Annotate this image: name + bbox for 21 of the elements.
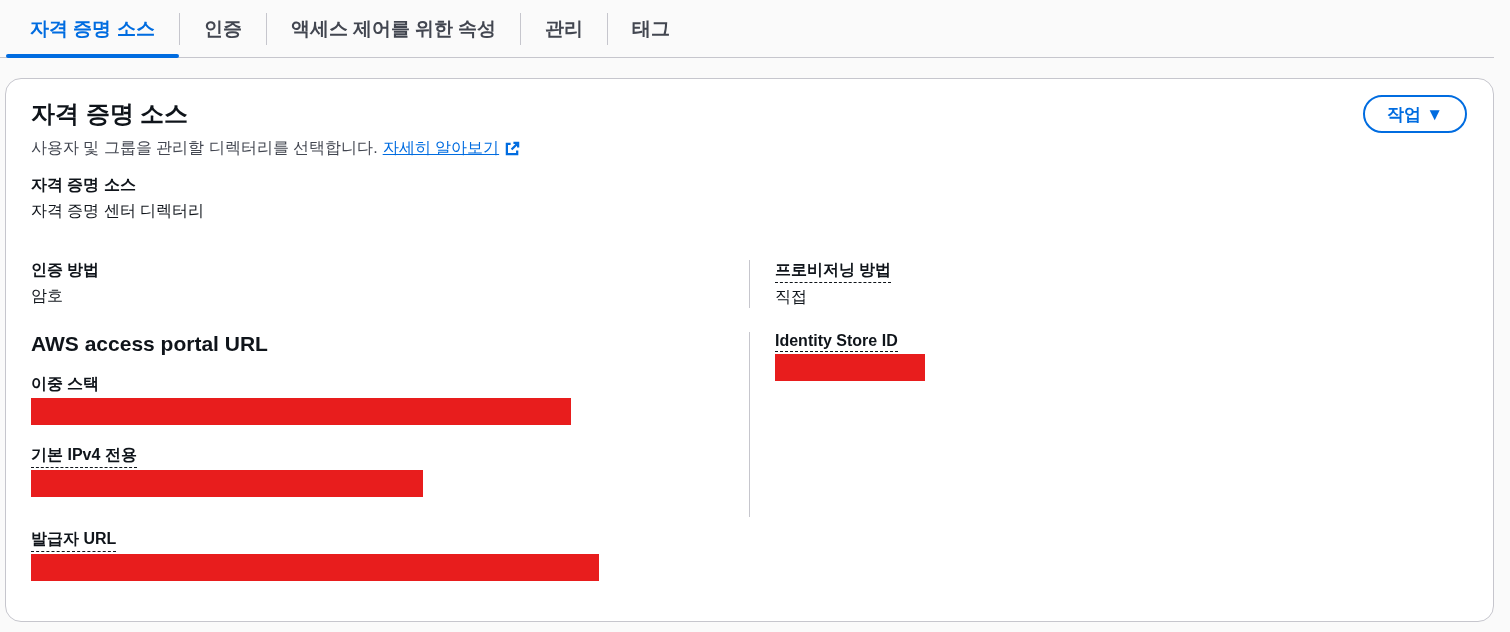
tab[interactable]: 자격 증명 소스 — [6, 0, 179, 57]
actions-button[interactable]: 작업 ▼ — [1363, 95, 1467, 133]
description: 사용자 및 그룹을 관리할 디렉터리를 선택합니다. — [31, 138, 378, 158]
section-heading: AWS access portal URL — [31, 332, 269, 356]
field-label: 인증 방법 — [31, 260, 100, 280]
field-value: 직접 — [775, 287, 808, 307]
field-label: 자격 증명 소스 — [31, 175, 136, 195]
field-label: Identity Store ID — [775, 332, 898, 352]
external-link-icon — [505, 141, 521, 156]
field-label: 프로비저닝 방법 — [775, 260, 892, 283]
tab[interactable]: 인증 — [179, 0, 266, 57]
field-label: 기본 IPv4 전용 — [31, 445, 137, 468]
field-value: 자격 증명 센터 디렉터리 — [31, 201, 206, 221]
tab[interactable]: 액세스 제어를 위한 속성 — [266, 0, 521, 57]
field-label: 발급자 URL — [31, 529, 117, 552]
tab[interactable]: 태그 — [608, 0, 695, 57]
tab[interactable]: 관리 — [521, 0, 608, 57]
learn-more-link[interactable]: 자세히 알아보기 — [382, 138, 521, 159]
field-label: 이중 스택 — [31, 374, 100, 394]
field-value: 암호 — [31, 286, 64, 306]
panel-title: 자격 증명 소스 — [31, 99, 190, 129]
